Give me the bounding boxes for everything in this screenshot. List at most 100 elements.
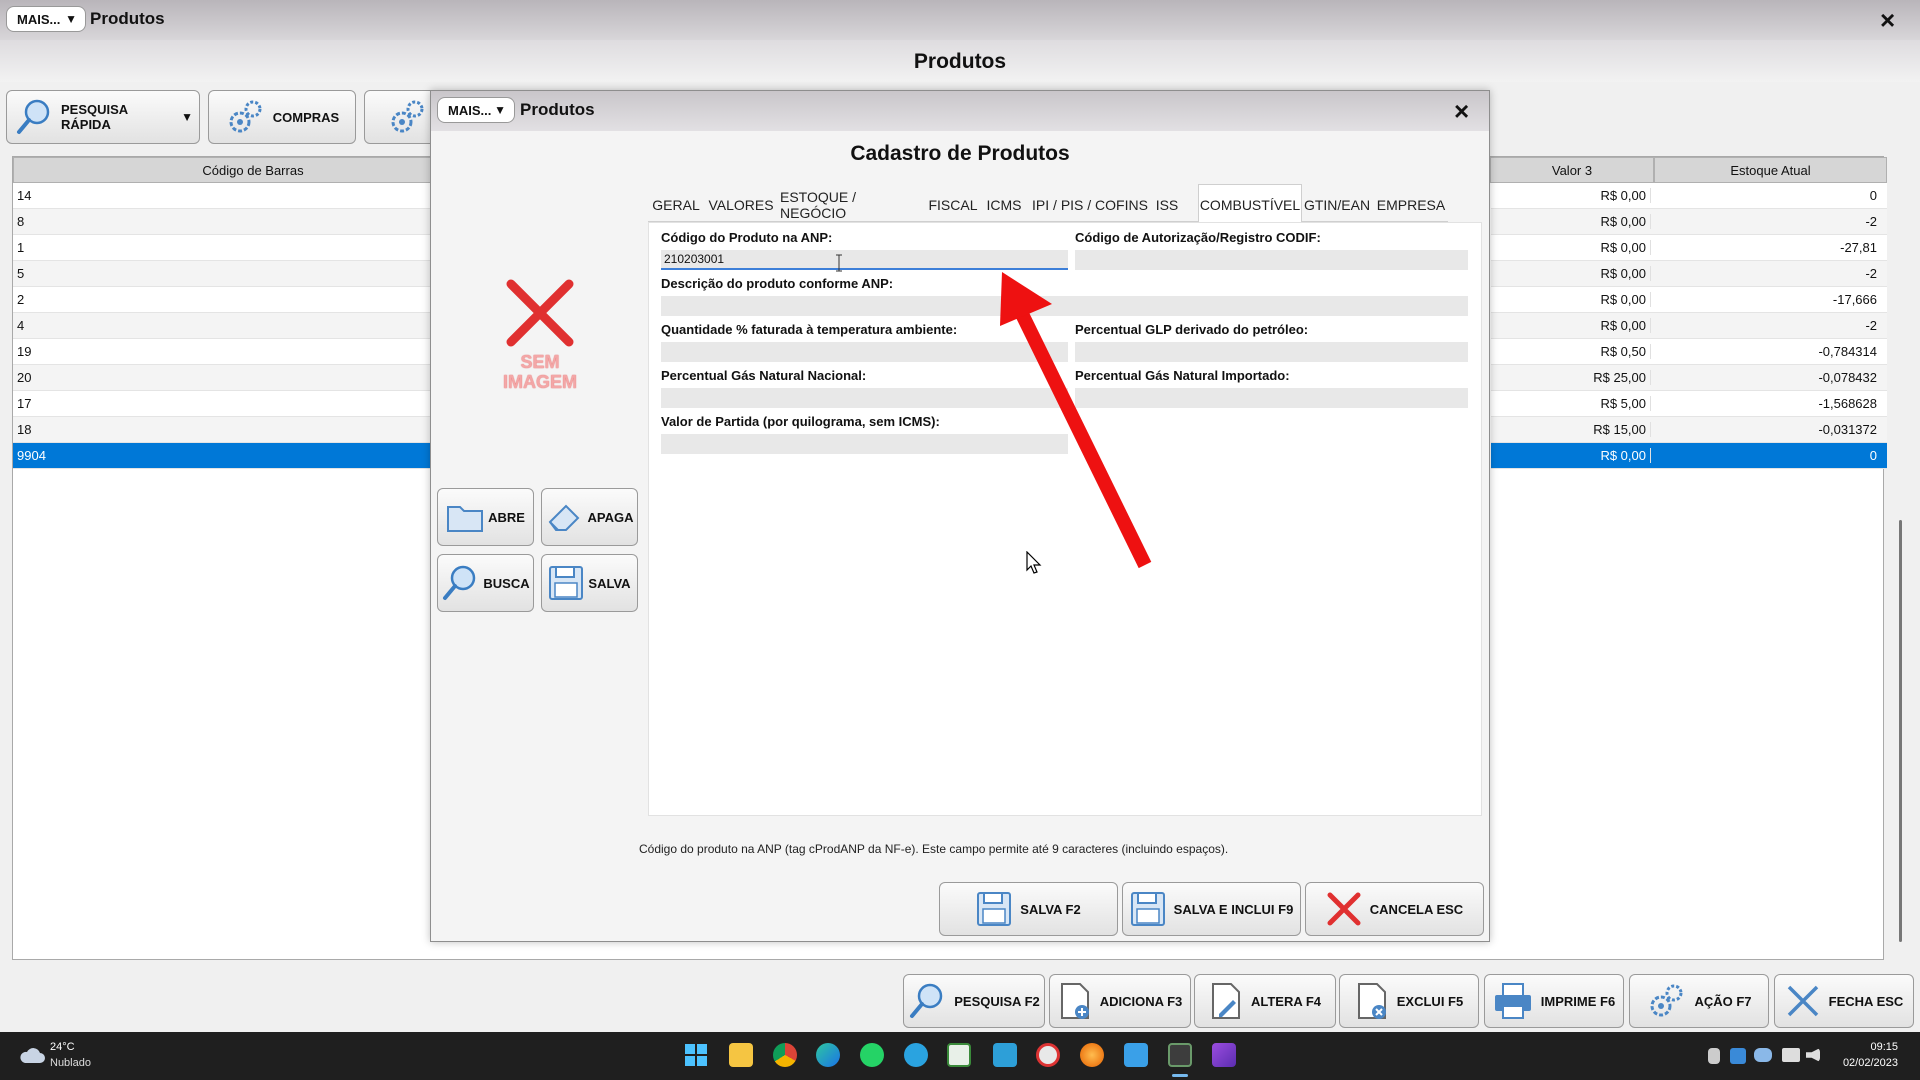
table-row[interactable]: 2 <box>13 287 431 313</box>
dialog-mais-dropdown[interactable]: MAIS... ▼ <box>437 97 515 123</box>
table-row[interactable]: R$ 0,00 0 <box>1491 183 1887 209</box>
compras-label: COMPRAS <box>272 109 340 125</box>
main-close-icon[interactable]: × <box>1880 5 1895 36</box>
file-explorer-icon[interactable] <box>729 1043 753 1067</box>
valor-partida-label: Valor de Partida (por quilograma, sem IC… <box>661 414 940 429</box>
main-mais-dropdown[interactable]: MAIS... ▼ <box>6 6 86 32</box>
table-row[interactable]: 20 <box>13 365 431 391</box>
table-row[interactable]: R$ 0,00 -2 <box>1491 209 1887 235</box>
cell-valor3: R$ 0,00 <box>1491 292 1651 307</box>
table-row[interactable]: R$ 25,00 -0,078432 <box>1491 365 1887 391</box>
dialog-close-icon[interactable]: × <box>1454 96 1469 127</box>
busca-label: BUSCA <box>483 575 530 591</box>
adiciona-f3-button[interactable]: ADICIONA F3 <box>1049 974 1191 1028</box>
table-row[interactable]: 18 <box>13 417 431 443</box>
security-shield-icon[interactable] <box>1730 1048 1746 1064</box>
tab-valores[interactable]: VALORES <box>706 188 776 222</box>
grid-scrollbar-thumb[interactable] <box>1899 520 1902 942</box>
main-page-title: Produtos <box>913 50 1007 73</box>
spreadsheet-icon[interactable] <box>947 1043 971 1067</box>
chrome-icon[interactable] <box>773 1043 797 1067</box>
compras-button[interactable]: COMPRAS <box>208 90 356 144</box>
table-row[interactable]: R$ 15,00 -0,031372 <box>1491 417 1887 443</box>
altera-f4-button[interactable]: ALTERA F4 <box>1194 974 1336 1028</box>
table-row[interactable]: 19 <box>13 339 431 365</box>
salva-f2-button[interactable]: SALVA F2 <box>939 882 1118 936</box>
network-icon[interactable] <box>1782 1048 1800 1062</box>
table-row[interactable]: R$ 0,00 -2 <box>1491 313 1887 339</box>
dialog-title: Produtos <box>520 100 595 119</box>
tab-combustivel[interactable]: COMBUSTÍVEL <box>1198 184 1302 224</box>
table-row[interactable]: R$ 5,00 -1,568628 <box>1491 391 1887 417</box>
cell-valor3: R$ 25,00 <box>1491 370 1651 385</box>
col-header-valor3[interactable]: Valor 3 <box>1490 157 1654 183</box>
table-row[interactable]: R$ 0,00 -2 <box>1491 261 1887 287</box>
cancela-esc-button[interactable]: CANCELA ESC <box>1305 882 1484 936</box>
cloud-sync-icon[interactable] <box>1754 1048 1772 1062</box>
floppy-disk-icon <box>549 566 584 600</box>
table-row[interactable]: R$ 0,50 -0,784314 <box>1491 339 1887 365</box>
telegram-icon[interactable] <box>904 1043 928 1067</box>
col-header-codigo-barras[interactable]: Código de Barras <box>13 157 493 183</box>
cell-estoque: -17,666 <box>1832 292 1877 307</box>
table-row[interactable]: 17 <box>13 391 431 417</box>
no-image-x-icon <box>506 279 574 347</box>
tab-ipi-pis-cofins[interactable]: IPI / PIS / COFINS <box>1030 188 1150 222</box>
table-row[interactable]: 4 <box>13 313 431 339</box>
col-header-estoque[interactable]: Estoque Atual <box>1654 157 1887 183</box>
grid-scrollbar[interactable] <box>1894 156 1908 946</box>
cell-valor3: R$ 5,00 <box>1491 396 1651 411</box>
tab-estoque-negocio[interactable]: ESTOQUE / NEGÓCIO <box>780 188 922 222</box>
altera-f4-label: ALTERA F4 <box>1250 993 1322 1009</box>
codif-label: Código de Autorização/Registro CODIF: <box>1075 230 1321 245</box>
antivirus-icon[interactable] <box>1036 1043 1060 1067</box>
table-row[interactable]: 5 <box>13 261 431 287</box>
cell-estoque: -1,568628 <box>1818 396 1877 411</box>
quantidade-label: Quantidade % faturada à temperatura ambi… <box>661 322 958 337</box>
cell-valor3: R$ 15,00 <box>1491 422 1651 437</box>
pesquisa-f2-button[interactable]: PESQUISA F2 <box>903 974 1045 1028</box>
magnifier-icon <box>910 983 943 1018</box>
tab-fiscal[interactable]: FISCAL <box>926 188 980 222</box>
busca-image-button[interactable]: BUSCA <box>437 554 534 612</box>
table-row[interactable]: R$ 0,00 -27,81 <box>1491 235 1887 261</box>
tab-icms[interactable]: ICMS <box>984 188 1024 222</box>
table-row[interactable]: R$ 0,00 0 <box>1491 443 1887 469</box>
no-image-text-line2: IMAGEM <box>503 372 577 392</box>
tab-gtin-ean[interactable]: GTIN/EAN <box>1304 188 1370 222</box>
windows-start-icon[interactable] <box>684 1043 708 1067</box>
table-row[interactable]: 1 <box>13 235 431 261</box>
acao-f7-button[interactable]: AÇÃO F7 <box>1629 974 1769 1028</box>
fecha-esc-button[interactable]: FECHA ESC <box>1774 974 1914 1028</box>
table-row[interactable]: 14 <box>13 183 431 209</box>
salva-inclui-f9-button[interactable]: SALVA E INCLUI F9 <box>1122 882 1301 936</box>
usb-icon[interactable] <box>1708 1048 1720 1064</box>
clock-date[interactable]: 02/02/2023 <box>1830 1057 1898 1069</box>
table-row[interactable]: 8 <box>13 209 431 235</box>
tab-geral[interactable]: GERAL <box>650 188 702 222</box>
apaga-image-button[interactable]: APAGA <box>541 488 638 546</box>
salva-image-button[interactable]: SALVA <box>541 554 638 612</box>
abre-image-button[interactable]: ABRE <box>437 488 534 546</box>
erp-app-icon[interactable] <box>1168 1043 1192 1067</box>
whatsapp-icon[interactable] <box>860 1043 884 1067</box>
table-row[interactable]: 9904 <box>13 443 431 469</box>
firefox-icon[interactable] <box>1080 1043 1104 1067</box>
edge-icon[interactable] <box>816 1043 840 1067</box>
codigo-anp-label: Código do Produto na ANP: <box>661 230 833 245</box>
imprime-f6-button[interactable]: IMPRIME F6 <box>1484 974 1624 1028</box>
remote-app-icon[interactable] <box>993 1043 1017 1067</box>
cell-codigo-barras: 9904 <box>17 448 46 463</box>
cell-codigo-barras: 20 <box>17 370 32 385</box>
pesquisa-rapida-button[interactable]: PESQUISA RÁPIDA ▼ <box>6 90 200 144</box>
tab-iss[interactable]: ISS <box>1154 188 1180 222</box>
cell-valor3: R$ 0,00 <box>1491 188 1651 203</box>
exclui-f5-button[interactable]: EXCLUI F5 <box>1339 974 1479 1028</box>
cell-codigo-barras: 19 <box>17 344 32 359</box>
table-row[interactable]: R$ 0,00 -17,666 <box>1491 287 1887 313</box>
gears-icon <box>1650 984 1683 1017</box>
tab-empresa[interactable]: EMPRESA <box>1376 188 1446 222</box>
notepad-icon[interactable] <box>1124 1043 1148 1067</box>
video-editor-icon[interactable] <box>1212 1043 1236 1067</box>
clock-time[interactable]: 09:15 <box>1838 1041 1898 1053</box>
